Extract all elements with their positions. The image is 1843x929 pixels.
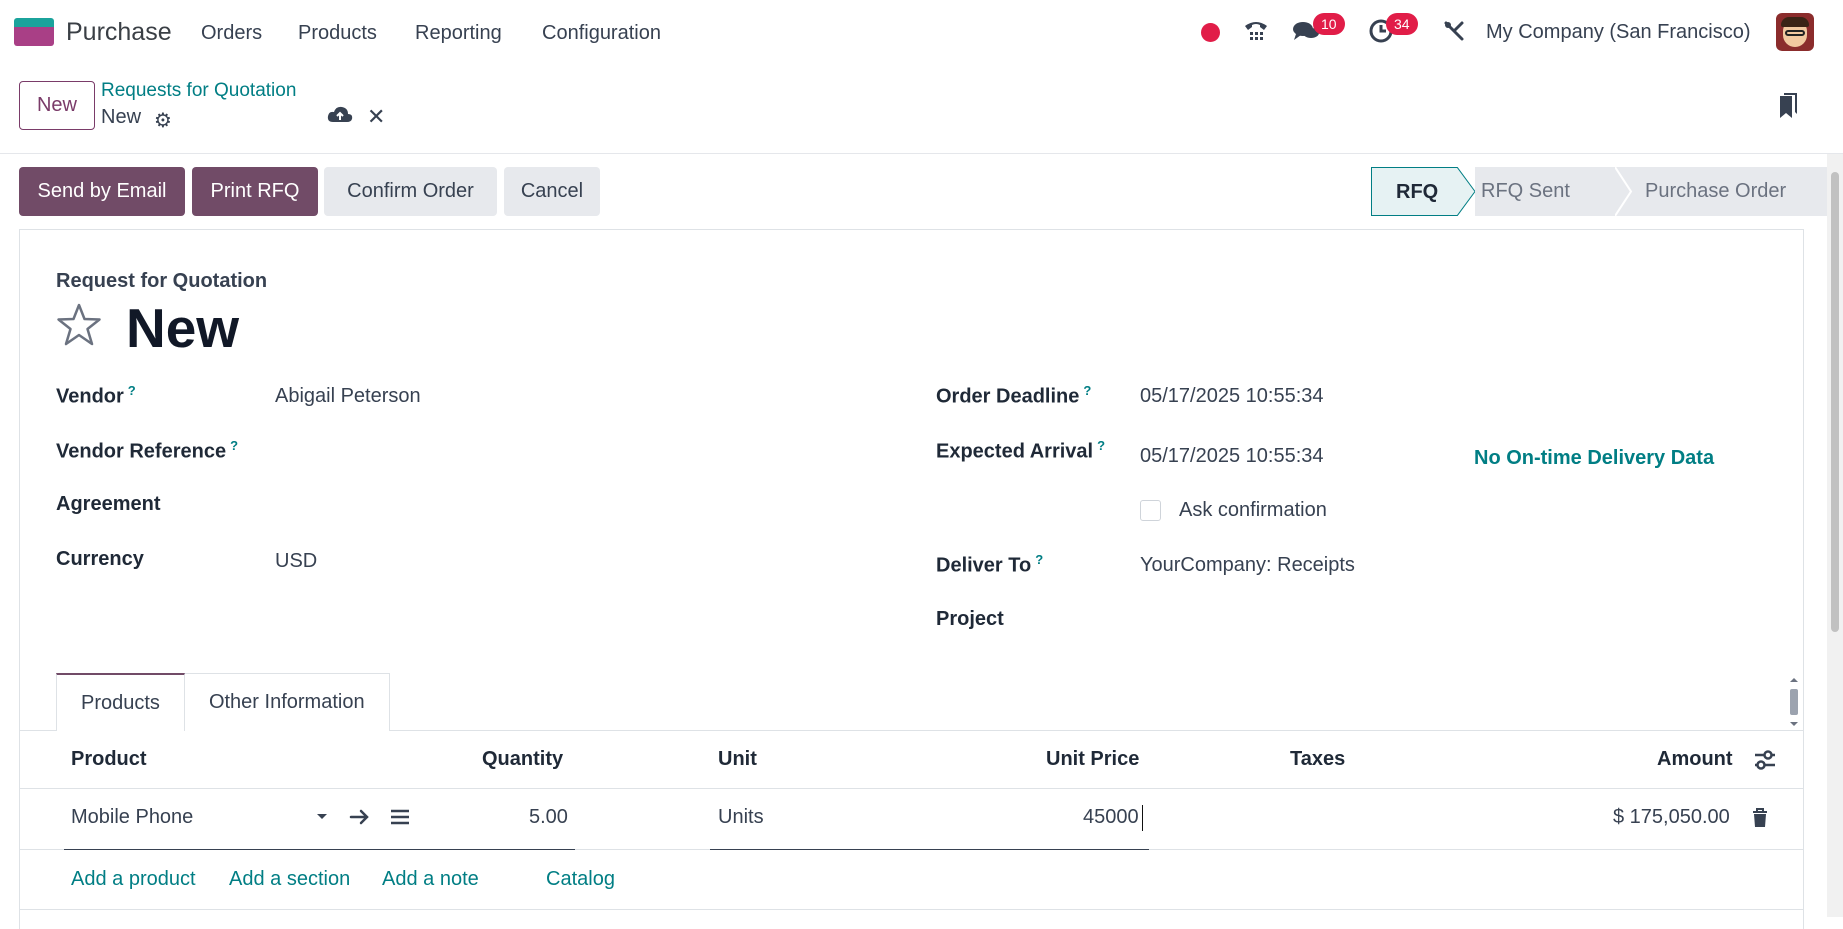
add-line-row: Add a product Add a section Add a note C…: [19, 850, 1804, 910]
debug-tools-icon[interactable]: [1439, 16, 1469, 46]
column-settings-icon[interactable]: [1753, 749, 1777, 776]
company-switcher[interactable]: My Company (San Francisco): [1486, 21, 1751, 44]
document-type-label: Request for Quotation: [56, 270, 268, 292]
breadcrumb-parent-link[interactable]: Requests for Quotation: [101, 80, 296, 102]
cancel-button[interactable]: Cancel: [504, 167, 600, 216]
purchase-app-icon[interactable]: [14, 18, 54, 46]
vendor-reference-label: Vendor Reference?: [56, 438, 239, 463]
project-label: Project: [936, 608, 1004, 630]
tab-other-information[interactable]: Other Information: [184, 673, 390, 731]
col-quantity[interactable]: Quantity: [482, 748, 563, 771]
menu-configuration[interactable]: Configuration: [542, 22, 661, 45]
app-name[interactable]: Purchase: [66, 18, 172, 47]
list-menu-icon[interactable]: [389, 807, 411, 832]
favorite-star-icon[interactable]: [56, 302, 102, 348]
currency-label: Currency: [56, 548, 144, 570]
catalog-link[interactable]: Catalog: [546, 868, 615, 891]
status-arrow-2: [1615, 167, 1633, 216]
deliver-to-label: Deliver To?: [936, 552, 1044, 577]
discard-close-icon[interactable]: ✕: [367, 104, 385, 130]
new-button[interactable]: New: [19, 81, 95, 130]
ask-confirmation-checkbox[interactable]: [1140, 500, 1161, 521]
amount-value: $ 175,050.00: [1613, 806, 1730, 828]
status-rfq[interactable]: RFQ: [1371, 167, 1457, 216]
status-rfq-sent[interactable]: RFQ Sent: [1475, 167, 1615, 216]
status-arrow-1: [1457, 167, 1476, 216]
agreement-field[interactable]: [275, 493, 835, 519]
table-row[interactable]: Mobile Phone 5.00 Units 45000 $ 175,050.…: [19, 789, 1804, 850]
control-panel: New Requests for Quotation New ⚙ ✕: [0, 64, 1843, 154]
breadcrumb-current: New: [101, 106, 142, 128]
phone-icon[interactable]: [1241, 16, 1271, 46]
menu-products[interactable]: Products: [298, 22, 377, 45]
text-cursor: [1142, 805, 1143, 831]
user-avatar[interactable]: [1776, 13, 1814, 51]
top-navbar: Purchase Orders Products Reporting Confi…: [0, 0, 1843, 64]
product-field[interactable]: Mobile Phone: [71, 806, 193, 829]
recording-indicator-icon[interactable]: [1201, 23, 1220, 42]
order-deadline-field[interactable]: 05/17/2025 10:55:34: [1140, 385, 1324, 408]
vendor-reference-field[interactable]: [275, 438, 835, 464]
vendor-label: Vendor?: [56, 383, 136, 408]
record-name: New: [126, 297, 240, 359]
page-scrollbar[interactable]: [1827, 154, 1843, 917]
col-unit[interactable]: Unit: [718, 748, 757, 771]
arrow-right-icon[interactable]: [349, 807, 371, 832]
menu-reporting[interactable]: Reporting: [415, 22, 502, 45]
add-product-link[interactable]: Add a product: [71, 868, 196, 891]
menu-orders[interactable]: Orders: [201, 22, 262, 45]
expected-arrival-field[interactable]: 05/17/2025 10:55:34: [1140, 445, 1324, 468]
save-cloud-icon[interactable]: [327, 104, 353, 130]
inner-scrollbar[interactable]: [1787, 676, 1801, 728]
tab-products[interactable]: Products: [56, 673, 185, 731]
print-rfq-button[interactable]: Print RFQ: [192, 167, 318, 216]
col-unit-price[interactable]: Unit Price: [1046, 748, 1139, 771]
currency-field[interactable]: USD: [275, 550, 317, 573]
unit-price-input[interactable]: 45000: [1083, 806, 1139, 829]
messages-count-badge: 10: [1313, 13, 1345, 35]
project-field[interactable]: [1140, 608, 1700, 634]
order-lines-header: Product Quantity Unit Unit Price Taxes A…: [19, 731, 1804, 789]
caret-down-icon[interactable]: [315, 809, 329, 828]
unit-field[interactable]: Units: [718, 806, 764, 829]
quantity-field[interactable]: 5.00: [529, 806, 568, 829]
page-scrollbar-thumb[interactable]: [1831, 172, 1839, 632]
ask-confirmation-label[interactable]: Ask confirmation: [1179, 499, 1327, 522]
vendor-field[interactable]: Abigail Peterson: [275, 385, 421, 408]
notebook-tabs: Products Other Information: [56, 673, 390, 731]
send-by-email-button[interactable]: Send by Email: [19, 167, 185, 216]
col-taxes[interactable]: Taxes: [1290, 748, 1345, 771]
add-section-link[interactable]: Add a section: [229, 868, 350, 891]
bookmark-icon[interactable]: [1778, 92, 1800, 122]
activities-count-badge: 34: [1386, 13, 1418, 35]
gear-icon[interactable]: ⚙: [154, 108, 172, 133]
ontime-delivery-link[interactable]: No On-time Delivery Data: [1474, 447, 1714, 470]
deliver-to-field[interactable]: YourCompany: Receipts: [1140, 554, 1355, 577]
expected-arrival-label: Expected Arrival?: [936, 438, 1106, 463]
status-purchase-order[interactable]: Purchase Order: [1633, 167, 1838, 216]
agreement-label: Agreement: [56, 493, 161, 515]
delete-trash-icon[interactable]: [1751, 807, 1769, 834]
add-note-link[interactable]: Add a note: [382, 868, 479, 891]
order-deadline-label: Order Deadline?: [936, 383, 1092, 408]
col-product[interactable]: Product: [71, 748, 147, 771]
confirm-order-button[interactable]: Confirm Order: [324, 167, 497, 216]
col-amount[interactable]: Amount: [1657, 748, 1733, 771]
status-bar: RFQ RFQ Sent Purchase Order: [1371, 167, 1838, 216]
